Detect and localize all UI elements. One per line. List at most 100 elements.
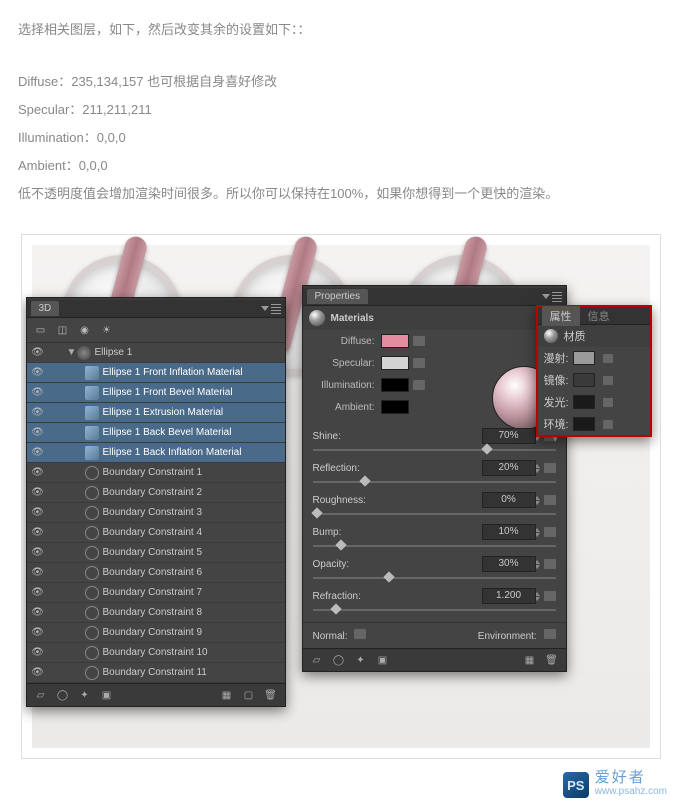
slider-track[interactable] xyxy=(313,449,556,451)
tab-attributes-cn[interactable]: 属性 xyxy=(542,306,580,326)
layer-name[interactable]: Boundary Constraint 8 xyxy=(103,607,285,618)
environment-texture-icon[interactable] xyxy=(544,629,556,639)
slider-thumb[interactable] xyxy=(335,539,346,550)
propcn-folder-icon[interactable] xyxy=(603,398,613,407)
slider-value[interactable]: 70% xyxy=(482,428,536,444)
layer-material[interactable]: 👁 Ellipse 1 Front Inflation Material xyxy=(27,363,285,383)
visibility-icon[interactable]: 👁 xyxy=(27,427,49,438)
layer-material[interactable]: 👁Ellipse 1 Front Bevel Material xyxy=(27,383,285,403)
menu-icon[interactable] xyxy=(271,304,281,314)
light-tool-icon[interactable]: ✦ xyxy=(353,653,369,667)
propcn-folder-icon[interactable] xyxy=(603,420,613,429)
slider-thumb[interactable] xyxy=(311,507,322,518)
flyout-icon[interactable] xyxy=(542,294,550,299)
visibility-icon[interactable]: 👁 xyxy=(27,347,49,358)
camera-tool-icon[interactable]: ▣ xyxy=(375,653,391,667)
propcn-swatch[interactable] xyxy=(573,417,595,431)
flyout-icon[interactable] xyxy=(261,306,269,311)
3d-layer-list[interactable]: 👁 ▼ Ellipse 1 👁 Ellipse 1 Front Inflation… xyxy=(27,343,285,683)
visibility-icon[interactable]: 👁 xyxy=(27,607,49,618)
layer-material[interactable]: 👁Ellipse 1 Extrusion Material xyxy=(27,403,285,423)
layer-name[interactable]: Boundary Constraint 3 xyxy=(103,507,285,518)
render-icon[interactable]: ▦ xyxy=(219,688,235,702)
visibility-icon[interactable]: 👁 xyxy=(27,667,49,678)
propcn-swatch[interactable] xyxy=(573,373,595,387)
sphere-tool-icon[interactable]: ◯ xyxy=(55,688,71,702)
layer-material[interactable]: 👁 Ellipse 1 Back Inflation Material xyxy=(27,443,285,463)
layer-name[interactable]: Boundary Constraint 6 xyxy=(103,567,285,578)
menu-icon[interactable] xyxy=(552,292,562,302)
layer-material[interactable]: 👁 Ellipse 1 Back Bevel Material xyxy=(27,423,285,443)
slider-value[interactable]: 1.200 xyxy=(482,588,536,604)
render-icon[interactable]: ▦ xyxy=(522,653,538,667)
layer-boundary[interactable]: 👁 Boundary Constraint 2 xyxy=(27,483,285,503)
filter-material-icon[interactable]: ◉ xyxy=(77,322,93,338)
slider-track[interactable] xyxy=(313,545,556,547)
propcn-swatch[interactable] xyxy=(573,351,595,365)
layer-name[interactable]: Boundary Constraint 10 xyxy=(103,647,285,658)
visibility-icon[interactable]: 👁 xyxy=(27,587,49,598)
layer-boundary[interactable]: 👁Boundary Constraint 10 xyxy=(27,643,285,663)
layer-name[interactable]: Ellipse 1 Back Bevel Material xyxy=(103,427,285,438)
visibility-icon[interactable]: 👁 xyxy=(27,507,49,518)
layer-boundary[interactable]: 👁Boundary Constraint 5 xyxy=(27,543,285,563)
layer-name[interactable]: Boundary Constraint 11 xyxy=(103,667,285,678)
layer-name[interactable]: Ellipse 1 Back Inflation Material xyxy=(103,447,285,458)
tab-3d[interactable]: 3D xyxy=(31,301,60,316)
visibility-icon[interactable]: 👁 xyxy=(27,547,49,558)
filter-light-icon[interactable]: ☀ xyxy=(99,322,115,338)
visibility-icon[interactable]: 👁 xyxy=(27,367,49,378)
layer-boundary[interactable]: 👁 Boundary Constraint 11 xyxy=(27,663,285,683)
slider-value[interactable]: 10% xyxy=(482,524,536,540)
propcn-folder-icon[interactable] xyxy=(603,354,613,363)
trash-icon[interactable]: 🗑 xyxy=(544,653,560,667)
tab-properties[interactable]: Properties xyxy=(307,289,369,304)
layer-boundary[interactable]: 👁 Boundary Constraint 9 xyxy=(27,623,285,643)
illumination-texture-icon[interactable] xyxy=(413,380,425,390)
visibility-icon[interactable]: 👁 xyxy=(27,527,49,538)
layer-root[interactable]: 👁 ▼ Ellipse 1 xyxy=(27,343,285,363)
visibility-icon[interactable]: 👁 xyxy=(27,627,49,638)
layer-name[interactable]: Boundary Constraint 9 xyxy=(103,627,285,638)
slider-thumb[interactable] xyxy=(330,603,341,614)
visibility-icon[interactable]: 👁 xyxy=(27,487,49,498)
texture-folder-icon[interactable] xyxy=(544,591,556,601)
propcn-swatch[interactable] xyxy=(573,395,595,409)
slider-track[interactable] xyxy=(313,513,556,515)
layer-name[interactable]: Boundary Constraint 1 xyxy=(103,467,285,478)
twirl-icon[interactable]: ▼ xyxy=(67,347,77,358)
diffuse-texture-icon[interactable] xyxy=(413,336,425,346)
layer-name[interactable]: Ellipse 1 Front Inflation Material xyxy=(103,367,285,378)
layer-name[interactable]: Ellipse 1 Front Bevel Material xyxy=(103,387,285,398)
light-tool-icon[interactable]: ✦ xyxy=(77,688,93,702)
texture-folder-icon[interactable] xyxy=(544,559,556,569)
slider-value[interactable]: 30% xyxy=(482,556,536,572)
visibility-icon[interactable]: 👁 xyxy=(27,407,49,418)
filter-scene-icon[interactable]: ▭ xyxy=(33,322,49,338)
diffuse-swatch[interactable] xyxy=(381,334,409,348)
layer-boundary[interactable]: 👁Boundary Constraint 6 xyxy=(27,563,285,583)
layer-name[interactable]: Boundary Constraint 7 xyxy=(103,587,285,598)
layer-boundary[interactable]: 👁Boundary Constraint 4 xyxy=(27,523,285,543)
visibility-icon[interactable]: 👁 xyxy=(27,447,49,458)
normal-texture-icon[interactable] xyxy=(354,629,366,639)
new-icon[interactable]: ▢ xyxy=(241,688,257,702)
layer-boundary[interactable]: 👁 Boundary Constraint 8 xyxy=(27,603,285,623)
slider-track[interactable] xyxy=(313,577,556,579)
camera-tool-icon[interactable]: ▣ xyxy=(99,688,115,702)
layer-boundary[interactable]: 👁 Boundary Constraint 1 xyxy=(27,463,285,483)
ambient-swatch[interactable] xyxy=(381,400,409,414)
slider-track[interactable] xyxy=(313,609,556,611)
slider-thumb[interactable] xyxy=(359,475,370,486)
texture-folder-icon[interactable] xyxy=(544,463,556,473)
sphere-tool-icon[interactable]: ◯ xyxy=(331,653,347,667)
slider-value[interactable]: 20% xyxy=(482,460,536,476)
visibility-icon[interactable]: 👁 xyxy=(27,467,49,478)
propcn-folder-icon[interactable] xyxy=(603,376,613,385)
layer-name[interactable]: Ellipse 1 xyxy=(95,347,285,358)
layer-boundary[interactable]: 👁 Boundary Constraint 3 xyxy=(27,503,285,523)
texture-folder-icon[interactable] xyxy=(544,527,556,537)
layer-name[interactable]: Boundary Constraint 2 xyxy=(103,487,285,498)
trash-icon[interactable]: 🗑 xyxy=(263,688,279,702)
tab-info-cn[interactable]: 信息 xyxy=(580,306,618,326)
